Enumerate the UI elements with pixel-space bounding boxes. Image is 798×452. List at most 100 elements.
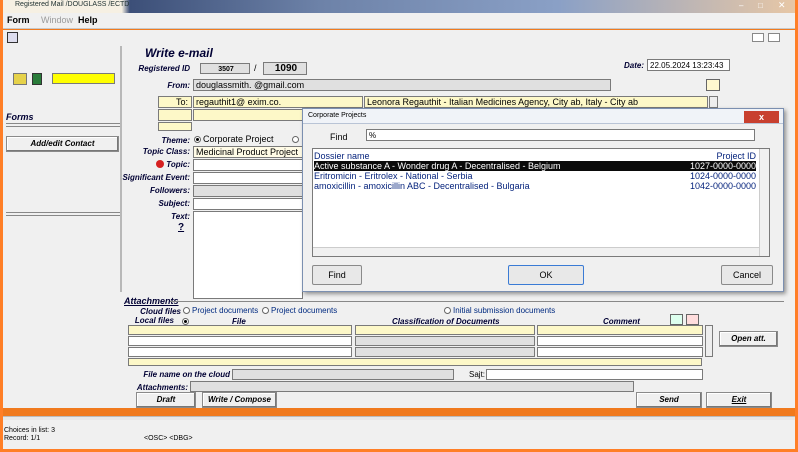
close-icon[interactable]: ✕ xyxy=(778,0,786,11)
cloud-opt3[interactable]: Initial submission documents xyxy=(444,306,555,315)
dialog-ok-button[interactable]: OK xyxy=(508,265,584,285)
close-form-icon[interactable] xyxy=(768,33,780,42)
comment-cell-2[interactable] xyxy=(537,336,703,346)
divider xyxy=(6,215,120,216)
form-icon[interactable] xyxy=(7,32,18,43)
attachments-label: Attachments: xyxy=(136,383,188,392)
dialog-title: Corporate Projects xyxy=(308,112,367,119)
title-bar: Registered Mail /DOUGLASS /ECTD – □ ✕ xyxy=(3,0,795,13)
file-name-cloud-field xyxy=(232,369,454,380)
file-cell-1[interactable] xyxy=(128,325,352,335)
status-mode: <OSC> <DBG> xyxy=(144,435,193,442)
topic-field[interactable] xyxy=(193,159,303,171)
list-hscroll[interactable] xyxy=(313,247,759,256)
dialog-cancel-button[interactable]: Cancel xyxy=(721,265,773,285)
date-field: 22.05.2024 13:23:43 xyxy=(647,59,730,71)
list-vscroll[interactable] xyxy=(759,149,769,256)
cloud-opt1[interactable]: Project documents xyxy=(183,306,258,315)
status-bar: Choices in list: 3 Record: 1/1 <OSC> <DB… xyxy=(3,420,795,449)
status-record: Record: 1/1 xyxy=(4,435,41,442)
followers-field[interactable] xyxy=(193,185,303,197)
menu-help[interactable]: Help xyxy=(78,15,98,25)
add-edit-contact-button[interactable]: Add/edit Contact xyxy=(6,136,119,152)
dialog-close-icon[interactable]: x xyxy=(744,111,779,123)
divider xyxy=(6,123,120,124)
cloud-opt2[interactable]: Project documents 2 xyxy=(262,306,338,315)
window-title: Registered Mail /DOUGLASS /ECTD xyxy=(15,1,130,8)
theme-option-corporate[interactable]: Corporate Project xyxy=(194,134,274,144)
col-project-id: Project ID xyxy=(716,151,756,161)
divider xyxy=(6,212,120,213)
comment-cell-1[interactable] xyxy=(537,325,703,335)
topic-class-field[interactable]: Medicinal Product Project xyxy=(193,146,303,158)
registered-id-label: Registered ID xyxy=(138,64,190,73)
write-compose-button[interactable]: Write / Compose xyxy=(202,392,277,408)
edit-address-icon[interactable] xyxy=(706,79,720,91)
to-row2-a[interactable] xyxy=(158,109,192,121)
to-row3-a[interactable] xyxy=(158,122,192,131)
maximize-icon[interactable]: □ xyxy=(758,1,763,10)
to-field[interactable]: regauthit1@ exim.co. xyxy=(193,96,363,108)
book-icon[interactable] xyxy=(32,73,42,85)
dossier-list: Dossier name Project ID Active substance… xyxy=(312,148,770,257)
open-attachment-button[interactable]: Open att. xyxy=(719,331,778,347)
restore-icon[interactable] xyxy=(752,33,764,42)
comment-cell-3[interactable] xyxy=(537,347,703,357)
attachments-input-row[interactable] xyxy=(128,358,702,366)
sajt-field[interactable] xyxy=(486,369,703,380)
left-pane: Forms Add/edit Contact xyxy=(3,46,120,408)
send-button[interactable]: Send xyxy=(636,392,702,408)
class-cell-2[interactable] xyxy=(355,336,535,346)
list-item[interactable]: Active substance A - Wonder drug A - Dec… xyxy=(314,161,756,171)
file-cell-3[interactable] xyxy=(128,347,352,357)
topic-class-label: Topic Class: xyxy=(142,147,190,156)
theme-option-2[interactable] xyxy=(292,134,301,144)
class-cell-3[interactable] xyxy=(355,347,535,357)
to-row2-b[interactable] xyxy=(193,109,303,121)
cloud-files-label: Cloud files xyxy=(140,307,181,316)
attachments-field xyxy=(190,381,634,392)
menu-form[interactable]: Form xyxy=(7,15,30,25)
significant-event-field[interactable] xyxy=(193,172,303,184)
list-header: Dossier name Project ID xyxy=(314,151,756,161)
minimize-icon[interactable]: – xyxy=(739,1,743,10)
subject-field[interactable] xyxy=(193,198,303,210)
to-label-box: To: xyxy=(158,96,192,108)
text-body[interactable] xyxy=(193,211,303,299)
sajt-label: Sajt: xyxy=(469,370,486,379)
help-icon[interactable]: ? xyxy=(178,222,184,233)
followers-label: Followers: xyxy=(149,186,190,195)
list-item[interactable]: Eritromicin - Eritrolex - National - Ser… xyxy=(314,171,756,181)
menu-window[interactable]: Window xyxy=(41,15,73,25)
class-cell-1[interactable] xyxy=(355,325,535,335)
list-item[interactable]: amoxicillin - amoxicillin ABC - Decentra… xyxy=(314,181,756,191)
remove-attachment-icon[interactable] xyxy=(686,314,699,325)
attachments-divider xyxy=(170,301,784,302)
dialog-find-input[interactable]: % xyxy=(366,129,755,141)
file-cell-2[interactable] xyxy=(128,336,352,346)
draft-button[interactable]: Draft xyxy=(136,392,196,408)
attachments-scroll[interactable] xyxy=(705,325,713,357)
status-choices: Choices in list: 3 xyxy=(4,427,55,434)
topic-label: Topic: xyxy=(166,160,190,169)
theme-label: Theme: xyxy=(161,136,190,145)
exit-button[interactable]: Exit xyxy=(706,392,772,408)
dialog-titlebar: Corporate Projects x xyxy=(303,109,783,124)
forms-heading: Forms xyxy=(6,112,34,122)
local-files-label: Local files xyxy=(134,316,174,325)
add-attachment-icon[interactable] xyxy=(670,314,683,325)
registered-id-b: 1090 xyxy=(263,62,307,75)
left-yellow-field[interactable] xyxy=(52,73,115,84)
significant-event-label: Significant Event: xyxy=(122,173,190,182)
to-label: To: xyxy=(175,97,188,107)
page-title: Write e-mail xyxy=(145,46,213,60)
corporate-projects-dialog: Corporate Projects x Find % Dossier name… xyxy=(302,108,784,292)
toolbar xyxy=(3,30,795,46)
to-scroll[interactable] xyxy=(709,96,718,108)
dialog-find-button[interactable]: Find xyxy=(312,265,362,285)
pin-icon[interactable] xyxy=(13,73,27,85)
col-dossier-name: Dossier name xyxy=(314,151,370,161)
to-name-field: Leonora Regauthit - Italian Medicines Ag… xyxy=(364,96,708,108)
from-field: douglassmith. @gmail.com xyxy=(193,79,611,91)
menu-bar: Form Window Help xyxy=(3,13,795,29)
